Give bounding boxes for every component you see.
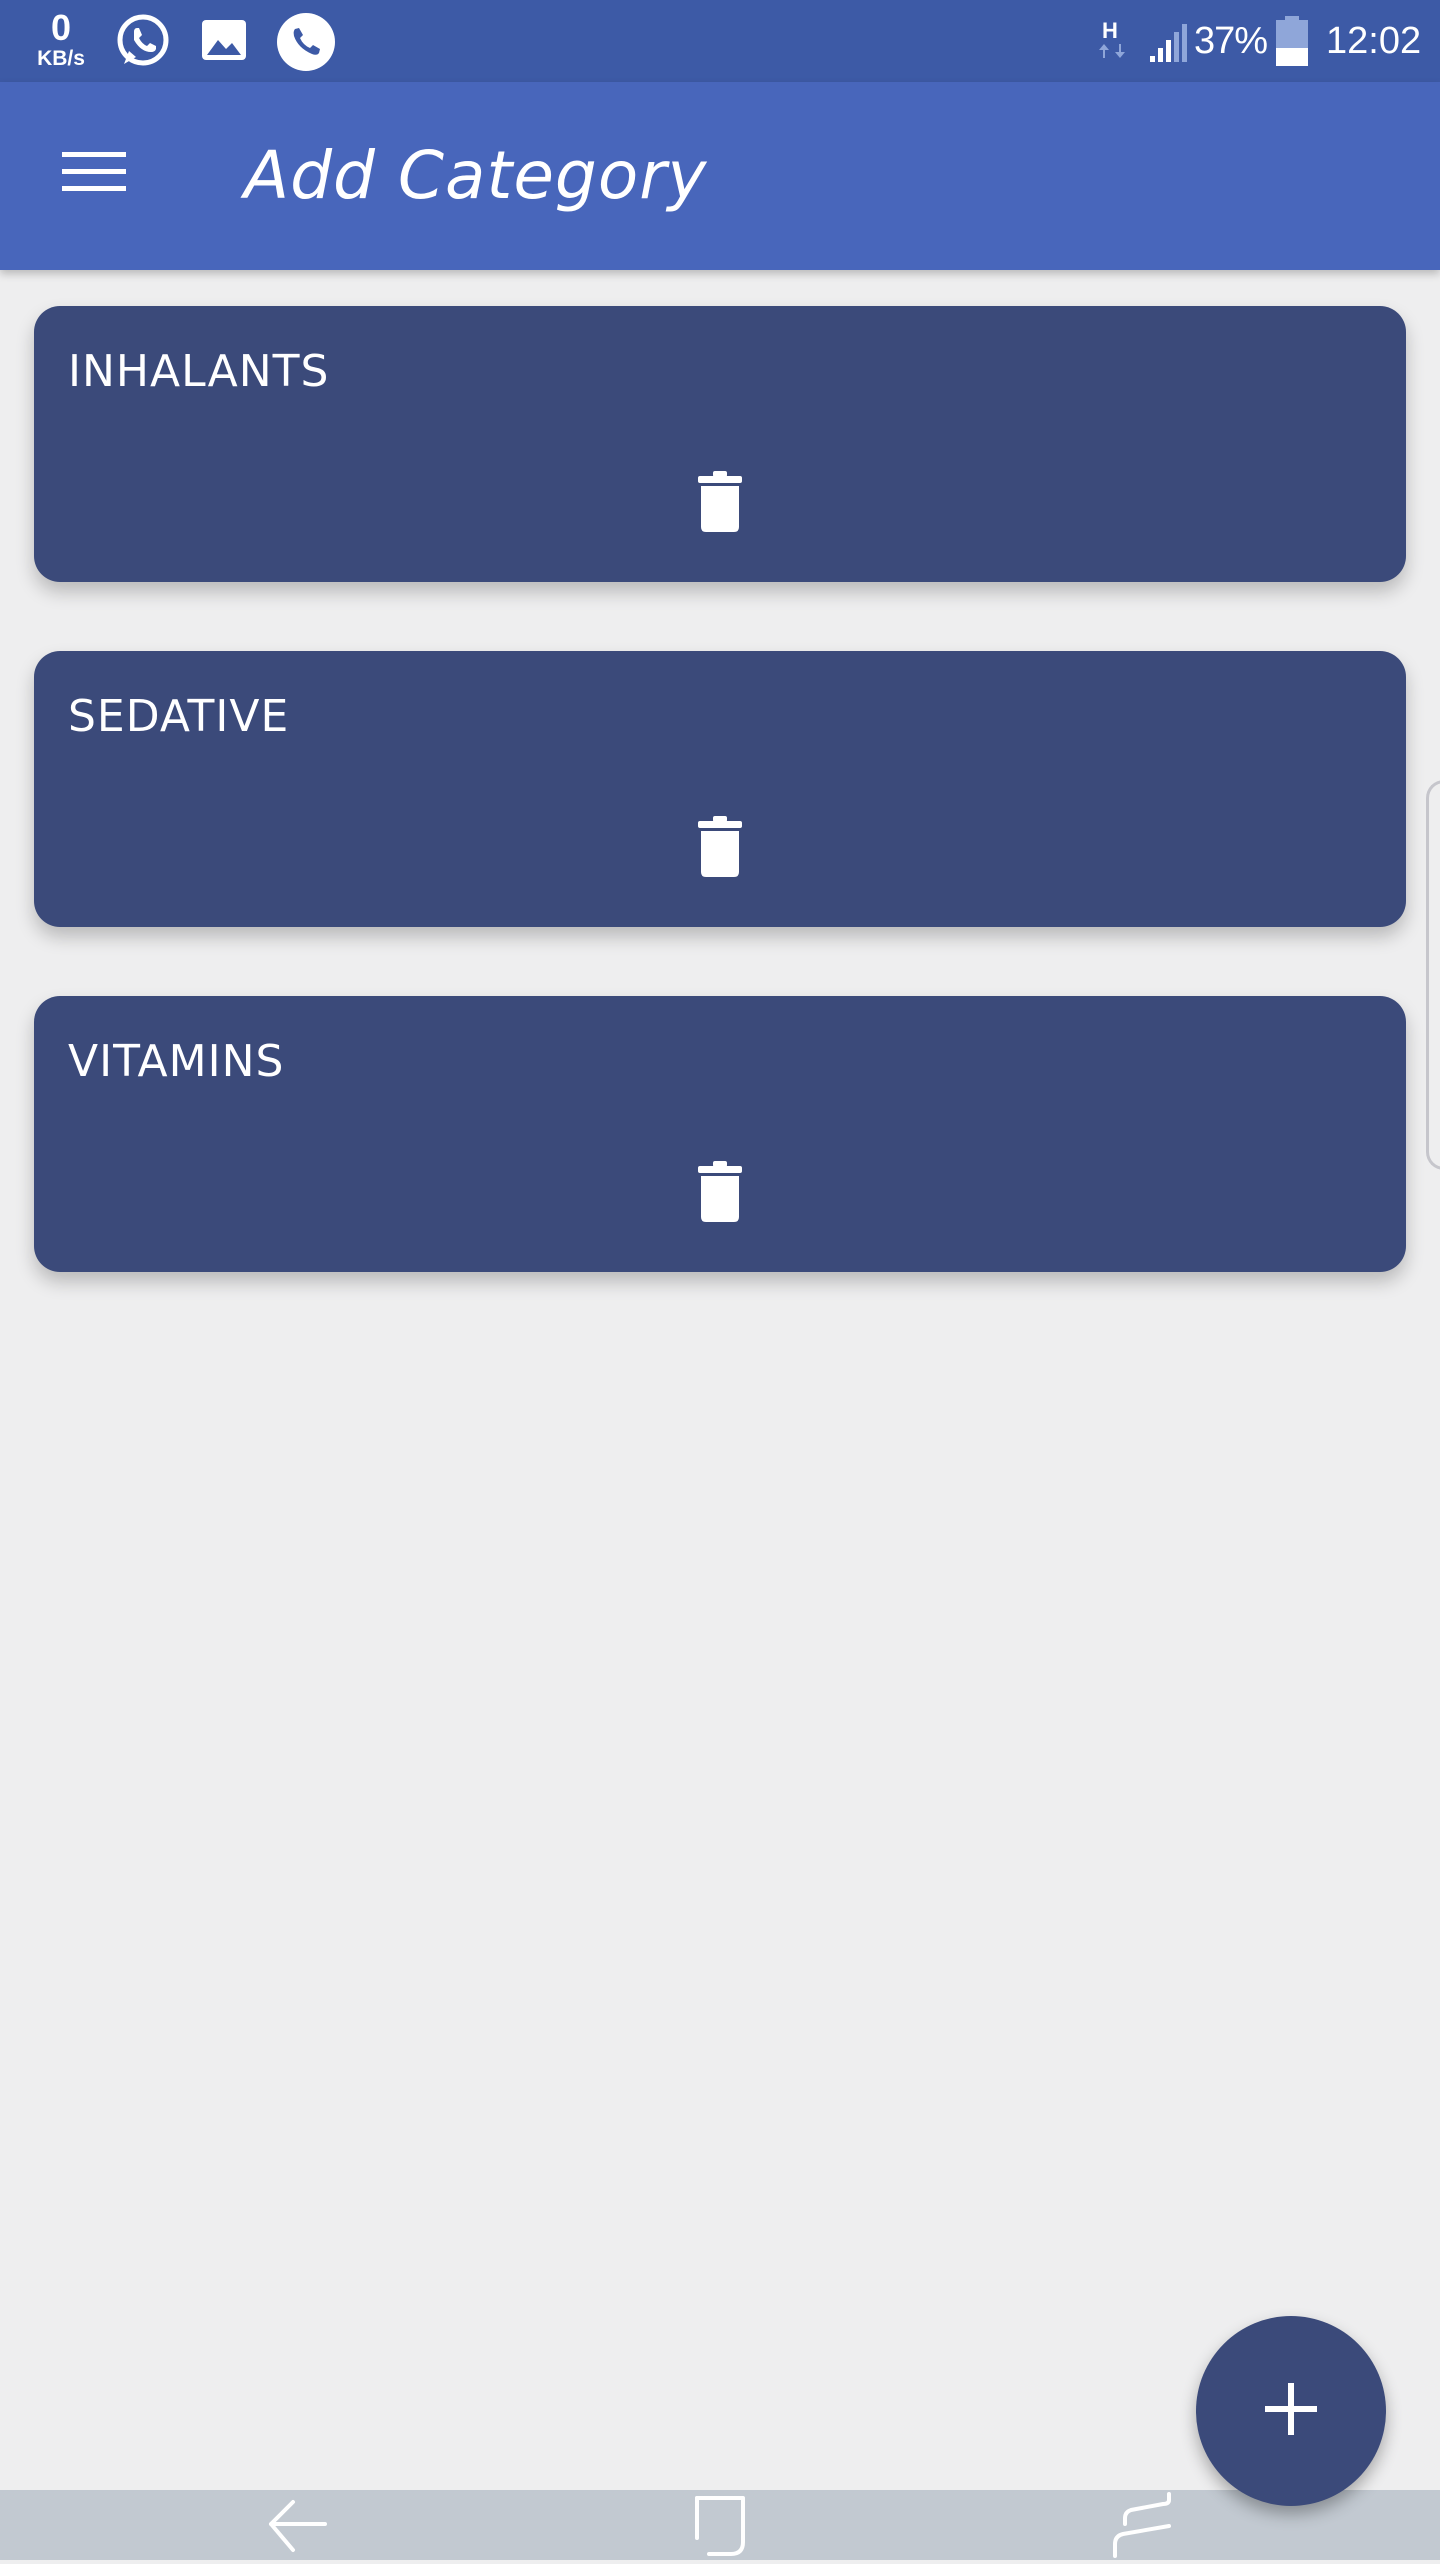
category-list: INHALANTS SEDATIVE VITAMINS	[34, 306, 1406, 1341]
trash-icon	[696, 1161, 744, 1227]
status-bar: 0 KB/s H 37% 12:02	[0, 0, 1440, 82]
delete-button[interactable]	[684, 813, 756, 885]
trash-icon	[696, 471, 744, 537]
network-speed-value: 0	[50, 7, 72, 48]
network-speed-unit: KB/s	[37, 47, 85, 70]
menu-button[interactable]	[50, 134, 140, 214]
recent-apps-button[interactable]	[1080, 2490, 1200, 2560]
battery-icon	[1274, 16, 1310, 72]
whatsapp-icon	[114, 12, 172, 74]
status-time: 12:02	[1326, 20, 1422, 62]
home-button[interactable]	[660, 2490, 780, 2560]
page-title: Add Category	[244, 137, 708, 214]
back-button[interactable]	[238, 2490, 358, 2560]
app-bar: Add Category	[0, 82, 1440, 270]
network-h-icon: H	[1092, 18, 1134, 70]
category-card[interactable]: INHALANTS	[34, 306, 1406, 582]
category-name: SEDATIVE	[68, 691, 290, 742]
navigation-bar	[0, 2490, 1440, 2560]
trash-icon	[696, 816, 744, 882]
gallery-icon	[200, 12, 250, 74]
network-type-label: H	[1102, 18, 1118, 43]
phone-icon	[276, 12, 336, 76]
battery-percentage: 37%	[1194, 20, 1268, 62]
category-name: VITAMINS	[68, 1036, 285, 1087]
network-speed: 0 KB/s	[28, 7, 94, 70]
category-name: INHALANTS	[68, 346, 330, 397]
category-card[interactable]: VITAMINS	[34, 996, 1406, 1272]
category-card[interactable]: SEDATIVE	[34, 651, 1406, 927]
recent-apps-icon	[1105, 2490, 1175, 2564]
home-icon	[685, 2490, 755, 2564]
plus-icon	[1263, 2381, 1319, 2441]
hamburger-menu-icon	[62, 148, 128, 200]
add-category-button[interactable]	[1196, 2316, 1386, 2506]
signal-icon	[1148, 18, 1188, 70]
edge-panel-handle[interactable]	[1426, 780, 1440, 1170]
back-icon	[263, 2490, 333, 2564]
delete-button[interactable]	[684, 468, 756, 540]
delete-button[interactable]	[684, 1158, 756, 1230]
